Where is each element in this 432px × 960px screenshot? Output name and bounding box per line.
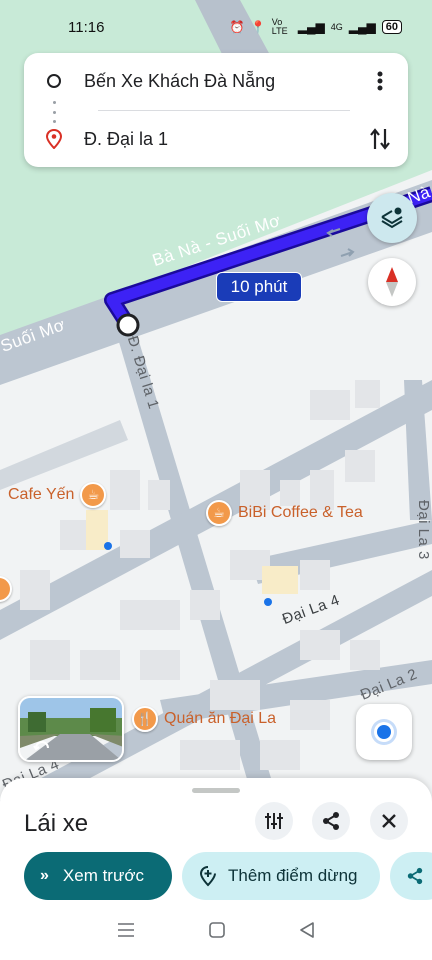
travel-mode-title: Lái xe — [24, 810, 89, 837]
coffee-icon: ☕ — [80, 482, 107, 508]
street-view-image — [20, 698, 122, 760]
place-icon — [0, 576, 12, 602]
add-location-icon — [199, 866, 216, 887]
compass-button[interactable] — [368, 258, 416, 306]
tune-icon — [265, 813, 283, 829]
compass-icon — [386, 267, 398, 297]
origin-row[interactable]: Bến Xe Khách Đà Nẵng — [24, 61, 408, 101]
route-divider — [98, 110, 350, 111]
swap-vert-icon — [370, 128, 390, 150]
coffee-icon: ☕ — [206, 500, 232, 526]
more-options-button[interactable] — [352, 71, 408, 91]
alarm-icon: ⏰ — [229, 20, 245, 34]
close-button[interactable] — [370, 802, 408, 840]
network-type: 4G — [330, 22, 343, 32]
system-nav-bar — [0, 900, 432, 960]
add-stop-label: Thêm điểm dừng — [228, 866, 358, 885]
street-view-thumbnail[interactable] — [18, 696, 124, 762]
preview-label: Xem trước — [62, 866, 144, 885]
layers-button[interactable] — [367, 193, 417, 243]
origin-circle-icon — [47, 74, 61, 88]
my-location-button[interactable] — [356, 704, 412, 760]
swap-route-button[interactable] — [352, 127, 408, 151]
poi-bibi-coffee[interactable]: ☕ BiBi Coffee & Tea — [206, 500, 363, 526]
add-stop-button[interactable]: Thêm điểm dừng — [182, 852, 380, 900]
poi-quan-an-dai-la[interactable]: 🍴 Quán ăn Đại La — [132, 706, 276, 732]
my-location-icon — [377, 725, 391, 739]
destination-pin-icon — [46, 129, 62, 149]
battery-icon: 60 — [381, 20, 402, 34]
double-chevron-right-icon: » — [40, 867, 49, 884]
location-icon: 📍 — [250, 20, 266, 34]
poi-edge[interactable] — [0, 576, 12, 602]
volte-indicator: Vo LTE — [271, 17, 288, 36]
share-button[interactable] — [312, 802, 350, 840]
status-icons: ⏰ 📍 Vo LTE ▂▄▆ 4G ▂▄▆ 60 — [230, 18, 402, 36]
destination-field[interactable]: Đ. Đại la 1 — [84, 129, 352, 150]
road-label-dai-la-3: Đại La 3 — [415, 500, 432, 560]
route-options-button[interactable] — [255, 802, 293, 840]
share-icon — [323, 812, 339, 830]
origin-field[interactable]: Bến Xe Khách Đà Nẵng — [84, 71, 352, 92]
restaurant-icon: 🍴 — [132, 706, 158, 732]
preview-button[interactable]: » Xem trước — [24, 852, 172, 900]
route-card: Bến Xe Khách Đà Nẵng Đ. Đại la 1 — [24, 53, 408, 167]
route-duration-badge[interactable]: 10 phút — [216, 272, 302, 302]
poi-label: Cafe Yến — [8, 486, 75, 503]
poi-label: BiBi Coffee & Tea — [238, 504, 363, 521]
share-icon — [407, 867, 423, 885]
layers-icon — [381, 207, 403, 229]
poi-cafe-yen[interactable]: Cafe Yến ☕ — [8, 482, 107, 508]
share-route-chip[interactable] — [390, 852, 432, 900]
signal-icon-2: ▂▄▆ — [348, 20, 376, 34]
sheet-drag-handle[interactable] — [192, 788, 240, 793]
home-icon[interactable] — [209, 922, 225, 938]
status-time: 11:16 — [68, 18, 105, 36]
back-icon[interactable] — [299, 922, 315, 938]
destination-row[interactable]: Đ. Đại la 1 — [24, 119, 408, 159]
close-icon — [382, 814, 396, 828]
poi-label: Quán ăn Đại La — [164, 710, 277, 727]
status-bar: 11:16 ⏰ 📍 Vo LTE ▂▄▆ 4G ▂▄▆ 60 — [0, 0, 432, 54]
recents-menu-icon[interactable] — [117, 922, 135, 938]
signal-icon: ▂▄▆ — [297, 20, 325, 34]
more-vert-icon — [377, 71, 383, 91]
